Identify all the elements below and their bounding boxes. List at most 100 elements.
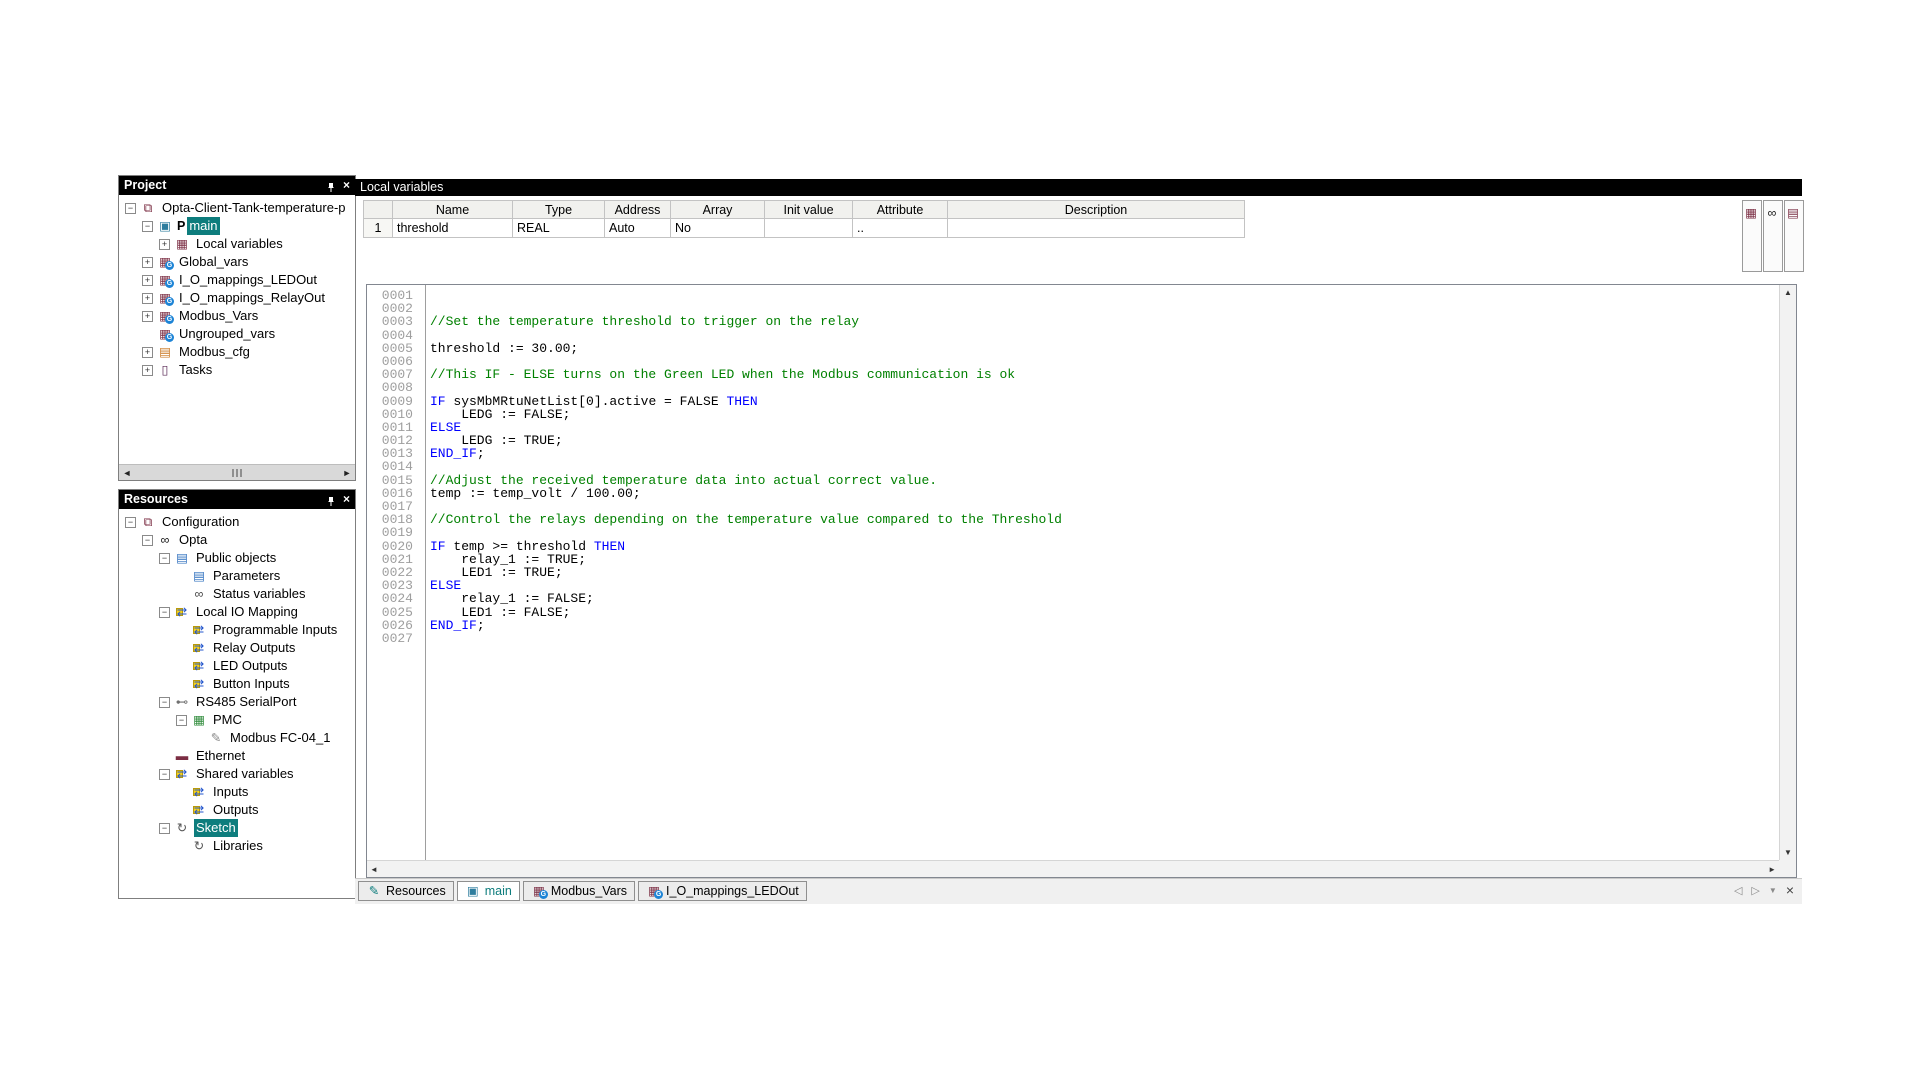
code-line-0027[interactable]: 0027 <box>367 632 1779 645</box>
resources-item-pmc[interactable]: −▦PMC <box>119 711 355 729</box>
code-line-0007[interactable]: 0007//This IF - ELSE turns on the Green … <box>367 368 1779 381</box>
resources-item-shared-variables[interactable]: −⇄Shared variables <box>119 765 355 783</box>
resources-item-local-io-mapping[interactable]: −⇄Local IO Mapping <box>119 603 355 621</box>
editor-horizontal-scrollbar[interactable]: ◄ ► <box>367 860 1779 877</box>
tab-resources[interactable]: ✎Resources <box>358 881 454 901</box>
tab-modbus-vars[interactable]: ▦GModbus_Vars <box>523 881 635 901</box>
expander-plus-icon[interactable]: + <box>142 293 153 304</box>
cell-attribute[interactable]: .. <box>853 219 948 238</box>
scroll-left-icon[interactable]: ◄ <box>119 468 135 478</box>
expander-plus-icon[interactable]: + <box>142 347 153 358</box>
cell-init-value[interactable] <box>765 219 853 238</box>
code-area[interactable]: 000100020003//Set the temperature thresh… <box>367 285 1779 860</box>
resources-item-opta[interactable]: −∞Opta <box>119 531 355 549</box>
project-item-main[interactable]: −▣Pmain <box>119 217 355 235</box>
cell-array[interactable]: No <box>671 219 765 238</box>
resources-item-relay-outputs[interactable]: ⇄Relay Outputs <box>119 639 355 657</box>
pin-icon[interactable] <box>326 178 336 193</box>
resources-item-button-inputs[interactable]: ⇄Button Inputs <box>119 675 355 693</box>
project-item-modbus-cfg[interactable]: +▤Modbus_cfg <box>119 343 355 361</box>
column-header-description[interactable]: Description <box>948 200 1245 219</box>
project-item-i-o-mappings-ledout[interactable]: +▦GI_O_mappings_LEDOut <box>119 271 355 289</box>
resources-item-public-objects[interactable]: −▤Public objects <box>119 549 355 567</box>
documentation-view-strip[interactable]: ▤ <box>1784 200 1804 272</box>
pin-icon[interactable] <box>326 492 336 507</box>
column-header-type[interactable]: Type <box>513 200 605 219</box>
column-header-array[interactable]: Array <box>671 200 765 219</box>
scroll-right-icon[interactable]: ► <box>339 468 355 478</box>
resources-item-modbus-fc-04-1[interactable]: ✎Modbus FC-04_1 <box>119 729 355 747</box>
scroll-up-icon[interactable]: ▲ <box>1780 285 1796 300</box>
resources-item-parameters[interactable]: ▤Parameters <box>119 567 355 585</box>
code-line-0009[interactable]: 0009IF sysMbMRtuNetList[0].active = FALS… <box>367 395 1779 408</box>
code-line-0004[interactable]: 0004 <box>367 329 1779 342</box>
resources-item-libraries[interactable]: ↻Libraries <box>119 837 355 855</box>
expander-plus-icon[interactable]: + <box>142 365 153 376</box>
scroll-left-icon[interactable]: ◄ <box>370 865 378 874</box>
expander-minus-icon[interactable]: − <box>125 517 136 528</box>
code-line-0016[interactable]: 0016temp := temp_volt / 100.00; <box>367 487 1779 500</box>
cell-description[interactable] <box>948 219 1245 238</box>
project-item-i-o-mappings-relayout[interactable]: +▦GI_O_mappings_RelayOut <box>119 289 355 307</box>
expander-minus-icon[interactable]: − <box>125 203 136 214</box>
code-line-0001[interactable]: 0001 <box>367 289 1779 302</box>
expander-plus-icon[interactable]: + <box>142 311 153 322</box>
resources-item-rs485-serialport[interactable]: −⊷RS485 SerialPort <box>119 693 355 711</box>
code-line-0012[interactable]: 0012 LEDG := TRUE; <box>367 434 1779 447</box>
table-row[interactable]: 1thresholdREALAutoNo.. <box>363 219 1245 238</box>
code-line-0026[interactable]: 0026END_IF; <box>367 619 1779 632</box>
column-header-name[interactable]: Name <box>393 200 513 219</box>
resources-item-led-outputs[interactable]: ⇄LED Outputs <box>119 657 355 675</box>
code-line-0025[interactable]: 0025 LED1 := FALSE; <box>367 606 1779 619</box>
column-header-init-value[interactable]: Init value <box>765 200 853 219</box>
tab-i-o-mappings-ledout[interactable]: ▦GI_O_mappings_LEDOut <box>638 881 807 901</box>
next-tab-icon[interactable]: ▷ <box>1751 884 1759 897</box>
expander-minus-icon[interactable]: − <box>159 607 170 618</box>
project-item-local-variables[interactable]: +▦Local variables <box>119 235 355 253</box>
scroll-down-icon[interactable]: ▼ <box>1780 845 1796 860</box>
watch-view-strip[interactable]: ∞ <box>1763 200 1783 272</box>
project-item-global-vars[interactable]: +▦GGlobal_vars <box>119 253 355 271</box>
expander-minus-icon[interactable]: − <box>159 697 170 708</box>
code-line-0003[interactable]: 0003//Set the temperature threshold to t… <box>367 315 1779 328</box>
code-editor[interactable]: 000100020003//Set the temperature thresh… <box>366 284 1797 878</box>
code-line-0010[interactable]: 0010 LEDG := FALSE; <box>367 408 1779 421</box>
code-line-0011[interactable]: 0011ELSE <box>367 421 1779 434</box>
project-item-modbus-vars[interactable]: +▦GModbus_Vars <box>119 307 355 325</box>
editor-vertical-scrollbar[interactable]: ▲ ▼ <box>1779 285 1796 860</box>
expander-minus-icon[interactable]: − <box>159 553 170 564</box>
code-line-0021[interactable]: 0021 relay_1 := TRUE; <box>367 553 1779 566</box>
code-line-0018[interactable]: 0018//Control the relays depending on th… <box>367 513 1779 526</box>
resources-item-configuration[interactable]: −⧉Configuration <box>119 513 355 531</box>
expander-plus-icon[interactable]: + <box>142 275 153 286</box>
expander-plus-icon[interactable]: + <box>159 239 170 250</box>
prev-tab-icon[interactable]: ◁ <box>1734 884 1742 897</box>
resources-item-ethernet[interactable]: ▬Ethernet <box>119 747 355 765</box>
scroll-right-icon[interactable]: ► <box>1768 865 1776 874</box>
column-header-attribute[interactable]: Attribute <box>853 200 948 219</box>
code-line-0024[interactable]: 0024 relay_1 := FALSE; <box>367 592 1779 605</box>
cell-name[interactable]: threshold <box>393 219 513 238</box>
expander-plus-icon[interactable]: + <box>142 257 153 268</box>
tab-main[interactable]: ▣main <box>457 881 520 901</box>
code-line-0022[interactable]: 0022 LED1 := TRUE; <box>367 566 1779 579</box>
project-item-ungrouped-vars[interactable]: ▦GUngrouped_vars <box>119 325 355 343</box>
close-icon[interactable]: × <box>343 176 350 195</box>
expander-minus-icon[interactable]: − <box>159 769 170 780</box>
close-icon[interactable]: × <box>343 490 350 509</box>
resources-item-programmable-inputs[interactable]: ⇄Programmable Inputs <box>119 621 355 639</box>
expander-minus-icon[interactable]: − <box>176 715 187 726</box>
cell-type[interactable]: REAL <box>513 219 605 238</box>
close-tab-icon[interactable]: × <box>1786 885 1794 896</box>
expander-minus-icon[interactable]: − <box>159 823 170 834</box>
column-header-address[interactable]: Address <box>605 200 671 219</box>
resources-item-status-variables[interactable]: ∞Status variables <box>119 585 355 603</box>
scrollbar-grip[interactable] <box>135 469 339 477</box>
variables-grid-view-strip[interactable]: ▦ <box>1742 200 1762 272</box>
project-horizontal-scrollbar[interactable]: ◄ ► <box>119 464 355 480</box>
resources-item-inputs[interactable]: ⇄Inputs <box>119 783 355 801</box>
project-item-opta-client-tank-temperature-p[interactable]: −⧉Opta-Client-Tank-temperature-p <box>119 199 355 217</box>
code-line-0005[interactable]: 0005threshold := 30.00; <box>367 342 1779 355</box>
resources-item-sketch[interactable]: −↻Sketch <box>119 819 355 837</box>
project-item-tasks[interactable]: +▯Tasks <box>119 361 355 379</box>
